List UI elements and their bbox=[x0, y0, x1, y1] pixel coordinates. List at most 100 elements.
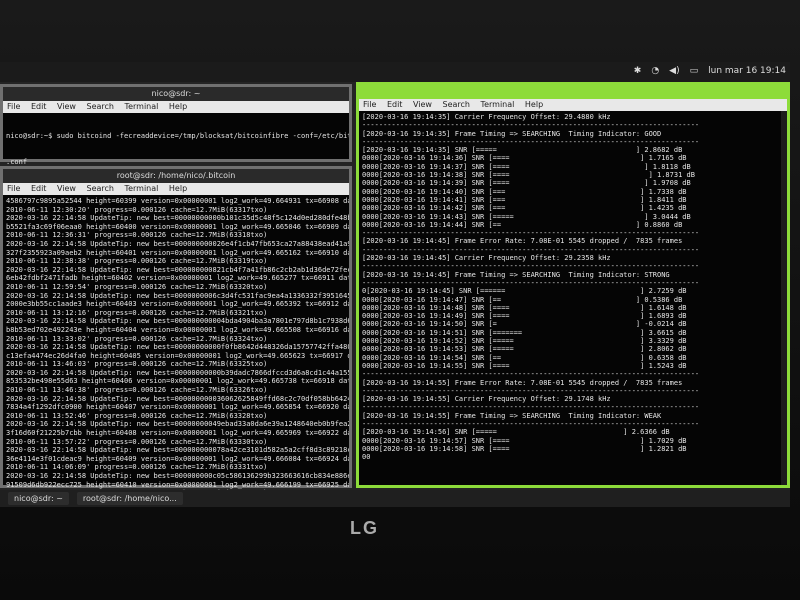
terminal-line: ----------------------------------------… bbox=[362, 370, 700, 379]
taskbar-item[interactable]: root@sdr: /home/nico... bbox=[76, 492, 183, 505]
menu-terminal[interactable]: Terminal bbox=[481, 100, 515, 109]
terminal-line: 0000[2020-03-16 19:14:48] SNR [==== ] 1.… bbox=[362, 303, 687, 312]
terminal-line: 2020-03-16 22:14:58 UpdateTip: new best=… bbox=[6, 446, 349, 455]
terminal-line: b8b53ed702e492243e height=60404 version=… bbox=[6, 325, 349, 334]
menu-view[interactable]: View bbox=[57, 102, 76, 111]
terminal-line: 0000[2020-03-16 19:14:47] SNR [== ] 0.53… bbox=[362, 295, 683, 304]
menu-view[interactable]: View bbox=[57, 184, 76, 193]
window-title bbox=[359, 85, 787, 99]
terminal-line: 2000e3bb55cc1aade3 height=60403 version=… bbox=[6, 300, 349, 309]
terminal-line: 2010-06-11 13:46:38' progress=0.000126 c… bbox=[6, 386, 268, 395]
terminal-line: 2010-06-11 12:30:20' progress=0.000126 c… bbox=[6, 205, 268, 214]
menu-bar: File Edit View Search Terminal Help bbox=[3, 101, 349, 113]
menu-search[interactable]: Search bbox=[87, 184, 114, 193]
menu-file[interactable]: File bbox=[7, 184, 20, 193]
terminal-line: 327f2355923a09aeb2 height=60401 version=… bbox=[6, 248, 349, 257]
menu-help[interactable]: Help bbox=[169, 184, 187, 193]
terminal-line: [2020-03-16 19:14:45] Frame Error Rate: … bbox=[362, 237, 683, 246]
terminal-line: 6eb42fdbf2471fadb height=60402 version=0… bbox=[6, 274, 349, 283]
terminal-line: 91509d6db922ecc725 height=60410 version=… bbox=[6, 480, 349, 489]
terminal-line: ----------------------------------------… bbox=[362, 229, 700, 238]
terminal-line: 2020-03-16 22:14:58 UpdateTip: new best=… bbox=[6, 394, 349, 403]
terminal-line: 2020-03-16 22:14:58 UpdateTip: new best=… bbox=[6, 214, 349, 223]
menu-edit[interactable]: Edit bbox=[387, 100, 403, 109]
terminal-line: [2020-03-16 19:14:35] SNR [===== ] 2.868… bbox=[362, 146, 683, 155]
terminal-window-blocksat[interactable]: File Edit View Search Terminal Help [202… bbox=[356, 82, 790, 488]
terminal-line: [2020-03-16 19:14:45] Frame Timing => SE… bbox=[362, 270, 670, 279]
menu-edit[interactable]: Edit bbox=[31, 102, 47, 111]
terminal-line: 2020-03-16 22:14:58 UpdateTip: new best=… bbox=[6, 368, 349, 377]
volume-icon[interactable]: ◀) bbox=[669, 66, 679, 76]
menu-file[interactable]: File bbox=[7, 102, 20, 111]
terminal-line: [2020-03-16 19:14:56] SNR [===== ] 2.636… bbox=[362, 428, 670, 437]
terminal-line: b5521fa3c69f06eaa0 height=60400 version=… bbox=[6, 222, 349, 231]
menu-search[interactable]: Search bbox=[87, 102, 114, 111]
terminal-line: ----------------------------------------… bbox=[362, 278, 700, 287]
terminal-line: 0000[2020-03-16 19:14:40] SNR [=== ] 1.7… bbox=[362, 187, 687, 196]
terminal-line: 0000[2020-03-16 19:14:49] SNR [==== ] 1.… bbox=[362, 312, 687, 321]
terminal-line: 0000[2020-03-16 19:14:43] SNR [===== ] 3… bbox=[362, 212, 691, 221]
terminal-line: 36e4114e3f01cdeac9 height=60409 version=… bbox=[6, 454, 349, 463]
menu-view[interactable]: View bbox=[413, 100, 432, 109]
terminal-line: 0000[2020-03-16 19:14:36] SNR [==== ] 1.… bbox=[362, 154, 687, 163]
terminal-line: 2020-03-16 22:14:58 UpdateTip: new best=… bbox=[6, 291, 349, 300]
terminal-window-small[interactable]: nico@sdr: ~ File Edit View Search Termin… bbox=[0, 84, 352, 166]
monitor-frame: ✱ ◔ ◀) ▭ lun mar 16 19:14 nico@sdr: ~ Fi… bbox=[0, 0, 800, 600]
desktop-screen: ✱ ◔ ◀) ▭ lun mar 16 19:14 nico@sdr: ~ Fi… bbox=[0, 62, 790, 507]
taskbar-item[interactable]: nico@sdr: ~ bbox=[8, 492, 69, 505]
terminal-line: 0000[2020-03-16 19:14:50] SNR [= ] -0.02… bbox=[362, 320, 687, 329]
menu-edit[interactable]: Edit bbox=[31, 184, 47, 193]
window-title: root@sdr: /home/nico/.bitcoin bbox=[3, 169, 349, 183]
terminal-output[interactable]: [2020-03-16 19:14:35] Carrier Frequency … bbox=[359, 111, 787, 463]
terminal-line: ----------------------------------------… bbox=[362, 403, 700, 412]
terminal-line: 2020-03-16 22:14:58 UpdateTip: new best=… bbox=[6, 265, 349, 274]
clock[interactable]: lun mar 16 19:14 bbox=[708, 66, 786, 76]
terminal-line: [2020-03-16 19:14:55] Frame Timing => SE… bbox=[362, 411, 662, 420]
menu-file[interactable]: File bbox=[363, 100, 376, 109]
terminal-line: 0000[2020-03-16 19:14:39] SNR [==== ] 1.… bbox=[362, 179, 691, 188]
menu-search[interactable]: Search bbox=[443, 100, 470, 109]
terminal-line: ----------------------------------------… bbox=[362, 262, 700, 271]
top-panel: ✱ ◔ ◀) ▭ lun mar 16 19:14 bbox=[0, 62, 790, 82]
terminal-line: ----------------------------------------… bbox=[362, 386, 700, 395]
terminal-line: 00 bbox=[362, 453, 371, 462]
terminal-line: ----------------------------------------… bbox=[362, 121, 700, 130]
terminal-line: 0000[2020-03-16 19:14:51] SNR [======= ]… bbox=[362, 328, 687, 337]
terminal-output[interactable]: 4586797c9895a52544 height=60399 version=… bbox=[3, 195, 349, 500]
terminal-line: 2010-06-11 12:38:38' progress=0.000126 c… bbox=[6, 257, 268, 266]
menu-terminal[interactable]: Terminal bbox=[125, 184, 159, 193]
terminal-line: 0000[2020-03-16 19:14:57] SNR [==== ] 1.… bbox=[362, 436, 687, 445]
terminal-line: 2010-06-11 13:57:22' progress=0.000126 c… bbox=[6, 437, 268, 446]
battery-icon[interactable]: ▭ bbox=[690, 66, 699, 76]
terminal-line: 2010-06-11 13:46:03' progress=0.000126 c… bbox=[6, 360, 268, 369]
terminal-line: 0[2020-03-16 19:14:45] SNR [====== ] 2.7… bbox=[362, 287, 687, 296]
terminal-line: 2020-03-16 22:14:58 UpdateTip: new best=… bbox=[6, 472, 349, 480]
terminal-line: [2020-03-16 19:14:55] Frame Error Rate: … bbox=[362, 378, 683, 387]
terminal-line: 2020-03-16 22:14:58 UpdateTip: new best=… bbox=[6, 239, 349, 248]
bluetooth-icon[interactable]: ✱ bbox=[634, 66, 642, 76]
terminal-line: 0000[2020-03-16 19:14:53] SNR [===== ] 2… bbox=[362, 345, 687, 354]
terminal-line: 2010-06-11 13:12:16' progress=0.000126 c… bbox=[6, 308, 268, 317]
menu-help[interactable]: Help bbox=[525, 100, 543, 109]
terminal-line: 2010-06-11 13:33:02' progress=0.000126 c… bbox=[6, 334, 268, 343]
terminal-line: 2010-06-11 12:59:54' progress=0.000126 c… bbox=[6, 282, 268, 291]
menu-terminal[interactable]: Terminal bbox=[125, 102, 159, 111]
terminal-line: 0000[2020-03-16 19:14:52] SNR [===== ] 3… bbox=[362, 337, 687, 346]
terminal-line: 0000[2020-03-16 19:14:42] SNR [=== ] 1.4… bbox=[362, 204, 687, 213]
terminal-line: 2010-06-11 14:06:09' progress=0.000126 c… bbox=[6, 463, 268, 472]
menu-bar: File Edit View Search Terminal Help bbox=[359, 99, 787, 111]
system-tray: ✱ ◔ ◀) ▭ lun mar 16 19:14 bbox=[634, 66, 786, 76]
terminal-line: 0000[2020-03-16 19:14:58] SNR [==== ] 1.… bbox=[362, 444, 687, 453]
terminal-line: 2020-03-16 22:14:58 UpdateTip: new best=… bbox=[6, 317, 349, 326]
terminal-line: ----------------------------------------… bbox=[362, 137, 700, 146]
window-title: nico@sdr: ~ bbox=[3, 87, 349, 101]
menu-help[interactable]: Help bbox=[169, 102, 187, 111]
terminal-line: c13efa4474ec26d4fa0 height=60405 version… bbox=[6, 351, 349, 360]
terminal-line: [2020-03-16 19:14:55] Carrier Frequency … bbox=[362, 395, 611, 404]
network-icon[interactable]: ◔ bbox=[651, 66, 659, 76]
scrollbar[interactable] bbox=[781, 111, 787, 485]
terminal-line: 7834a4f1292dfc0900 height=60407 version=… bbox=[6, 403, 349, 412]
terminal-window-bitcoin[interactable]: root@sdr: /home/nico/.bitcoin File Edit … bbox=[0, 166, 352, 497]
terminal-line: 2020-03-16 22:14:58 UpdateTip: new best=… bbox=[6, 343, 349, 352]
terminal-line: [2020-03-16 19:14:35] Frame Timing => SE… bbox=[362, 129, 662, 138]
